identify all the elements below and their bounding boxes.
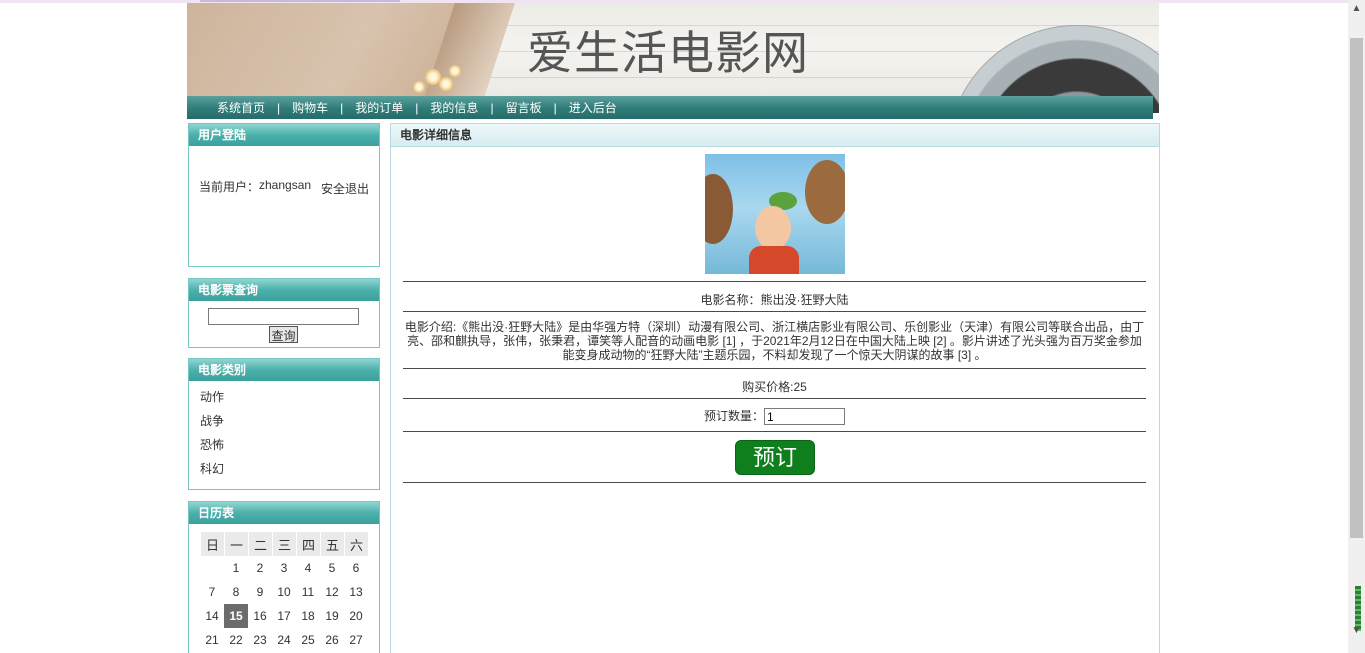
calendar-day bbox=[200, 556, 224, 580]
movie-detail-header: 电影详细信息 bbox=[391, 124, 1159, 147]
nav-separator: | bbox=[340, 100, 344, 115]
page-container: 爱生活电影网 系统首页 | 购物车 | 我的订单 | 我的信息 | 留言板 | 进入后台 用户登陆 … bbox=[187, 3, 1160, 653]
calendar-weekday: 日 bbox=[200, 532, 224, 556]
calendar-day[interactable]: 18 bbox=[296, 604, 320, 628]
site-title: 爱生活电影网 bbox=[527, 26, 809, 80]
calendar-day[interactable]: 14 bbox=[200, 604, 224, 628]
calendar-day[interactable]: 26 bbox=[320, 628, 344, 652]
calendar-day[interactable]: 4 bbox=[296, 556, 320, 580]
calendar-day[interactable]: 15 bbox=[224, 604, 248, 628]
divider bbox=[403, 398, 1146, 399]
nav-link[interactable]: 留言板 bbox=[506, 99, 542, 116]
logout-link[interactable]: 安全退出 bbox=[269, 178, 369, 201]
scroll-down-arrow-icon[interactable]: ▼ bbox=[1348, 622, 1365, 639]
movie-name: 电影名称：熊出没·狂野大陆 bbox=[700, 293, 849, 307]
calendar-weekday: 三 bbox=[272, 532, 296, 556]
calendar-day[interactable]: 13 bbox=[344, 580, 368, 604]
calendar-day[interactable]: 7 bbox=[200, 580, 224, 604]
search-button[interactable]: 查询 bbox=[269, 326, 298, 343]
calendar-day[interactable]: 10 bbox=[272, 580, 296, 604]
movie-intro: 电影介绍:《熊出没·狂野大陆》是由华强方特（深圳）动漫有限公司、浙江横店影业有限… bbox=[404, 320, 1145, 362]
calendar-day[interactable]: 11 bbox=[296, 580, 320, 604]
current-user-label: 当前用户： bbox=[199, 180, 260, 194]
main-nav: 系统首页 | 购物车 | 我的订单 | 我的信息 | 留言板 | 进入后台 bbox=[187, 96, 1153, 119]
nav-separator: | bbox=[277, 100, 281, 115]
calendar-panel: 日历表 日一二三四五六 1 2 3 4 5 6 7 8 9 10 11 12 13 14 15 16 17 18 1… bbox=[188, 501, 380, 653]
divider bbox=[403, 482, 1146, 483]
nav-item: 进入后台 bbox=[569, 99, 617, 116]
calendar-day[interactable]: 17 bbox=[272, 604, 296, 628]
nav-link[interactable]: 进入后台 bbox=[569, 99, 617, 116]
calendar-day[interactable]: 8 bbox=[224, 580, 248, 604]
calendar-weekday: 一 bbox=[224, 532, 248, 556]
scrollbar-thumb[interactable] bbox=[1350, 38, 1363, 538]
calendar-day[interactable]: 20 bbox=[344, 604, 368, 628]
nav-item: 系统首页 | bbox=[217, 99, 292, 116]
search-panel: 电影票查询 查询 bbox=[188, 278, 380, 348]
order-button[interactable]: 预订 bbox=[735, 440, 815, 475]
calendar-day[interactable]: 27 bbox=[344, 628, 368, 652]
nav-link[interactable]: 我的订单 bbox=[355, 99, 403, 116]
login-panel-header: 用户登陆 bbox=[189, 124, 379, 146]
divider bbox=[403, 311, 1146, 312]
vertical-scrollbar[interactable]: ▲ ▼ bbox=[1348, 0, 1365, 653]
calendar-weekday: 二 bbox=[248, 532, 272, 556]
divider bbox=[403, 431, 1146, 432]
calendar-day[interactable]: 12 bbox=[320, 580, 344, 604]
calendar-weekday: 四 bbox=[296, 532, 320, 556]
nav-item: 留言板 | bbox=[506, 99, 569, 116]
calendar-day[interactable]: 5 bbox=[320, 556, 344, 580]
calendar-table: 日一二三四五六 1 2 3 4 5 6 7 8 9 10 11 12 13 14 15 16 17 18 19 20 2… bbox=[200, 532, 368, 652]
search-panel-header: 电影票查询 bbox=[189, 279, 379, 301]
calendar-day[interactable]: 22 bbox=[224, 628, 248, 652]
calendar-day[interactable]: 24 bbox=[272, 628, 296, 652]
calendar-weekday: 五 bbox=[320, 532, 344, 556]
category-panel-header: 电影类别 bbox=[189, 359, 379, 381]
category-panel: 电影类别 动作 战争 恐怖 科幻 bbox=[188, 358, 380, 490]
calendar-day[interactable]: 2 bbox=[248, 556, 272, 580]
calendar-panel-header: 日历表 bbox=[189, 502, 379, 524]
calendar-weekday: 六 bbox=[344, 532, 368, 556]
divider bbox=[403, 368, 1146, 369]
calendar-day[interactable]: 23 bbox=[248, 628, 272, 652]
order-quantity-row: 预订数量： bbox=[403, 407, 1146, 426]
scroll-up-arrow-icon[interactable]: ▲ bbox=[1348, 0, 1365, 17]
calendar-day[interactable]: 21 bbox=[200, 628, 224, 652]
nav-separator: | bbox=[490, 100, 494, 115]
calendar-day[interactable]: 19 bbox=[320, 604, 344, 628]
category-link[interactable]: 恐怖 bbox=[200, 435, 379, 459]
movie-poster-image bbox=[705, 154, 845, 274]
movie-price: 购买价格:25 bbox=[742, 380, 807, 394]
calendar-day[interactable]: 3 bbox=[272, 556, 296, 580]
calendar-day[interactable]: 9 bbox=[248, 580, 272, 604]
calendar-day[interactable]: 1 bbox=[224, 556, 248, 580]
movie-search-input[interactable] bbox=[208, 308, 359, 325]
calendar-day[interactable]: 25 bbox=[296, 628, 320, 652]
nav-item: 购物车 | bbox=[292, 99, 355, 116]
nav-link[interactable]: 购物车 bbox=[292, 99, 328, 116]
category-link[interactable]: 科幻 bbox=[200, 459, 379, 483]
order-quantity-input[interactable] bbox=[764, 408, 845, 426]
calendar-day[interactable]: 6 bbox=[344, 556, 368, 580]
calendar-day[interactable]: 16 bbox=[248, 604, 272, 628]
nav-link[interactable]: 系统首页 bbox=[217, 99, 265, 116]
nav-separator: | bbox=[415, 100, 419, 115]
nav-link[interactable]: 我的信息 bbox=[430, 99, 478, 116]
login-panel: 用户登陆 当前用户： zhangsan 安全退出 bbox=[188, 123, 380, 267]
divider bbox=[403, 281, 1146, 282]
category-link[interactable]: 动作 bbox=[200, 387, 379, 411]
nav-separator: | bbox=[553, 100, 557, 115]
nav-item: 我的信息 | bbox=[430, 99, 505, 116]
nav-item: 我的订单 | bbox=[355, 99, 430, 116]
order-quantity-label: 预订数量： bbox=[703, 409, 764, 423]
movie-detail-panel: 电影详细信息 电影名称：熊出没·狂野大陆 电影介绍:《熊出没·狂野大陆》是由华强… bbox=[390, 123, 1160, 653]
category-link[interactable]: 战争 bbox=[200, 411, 379, 435]
